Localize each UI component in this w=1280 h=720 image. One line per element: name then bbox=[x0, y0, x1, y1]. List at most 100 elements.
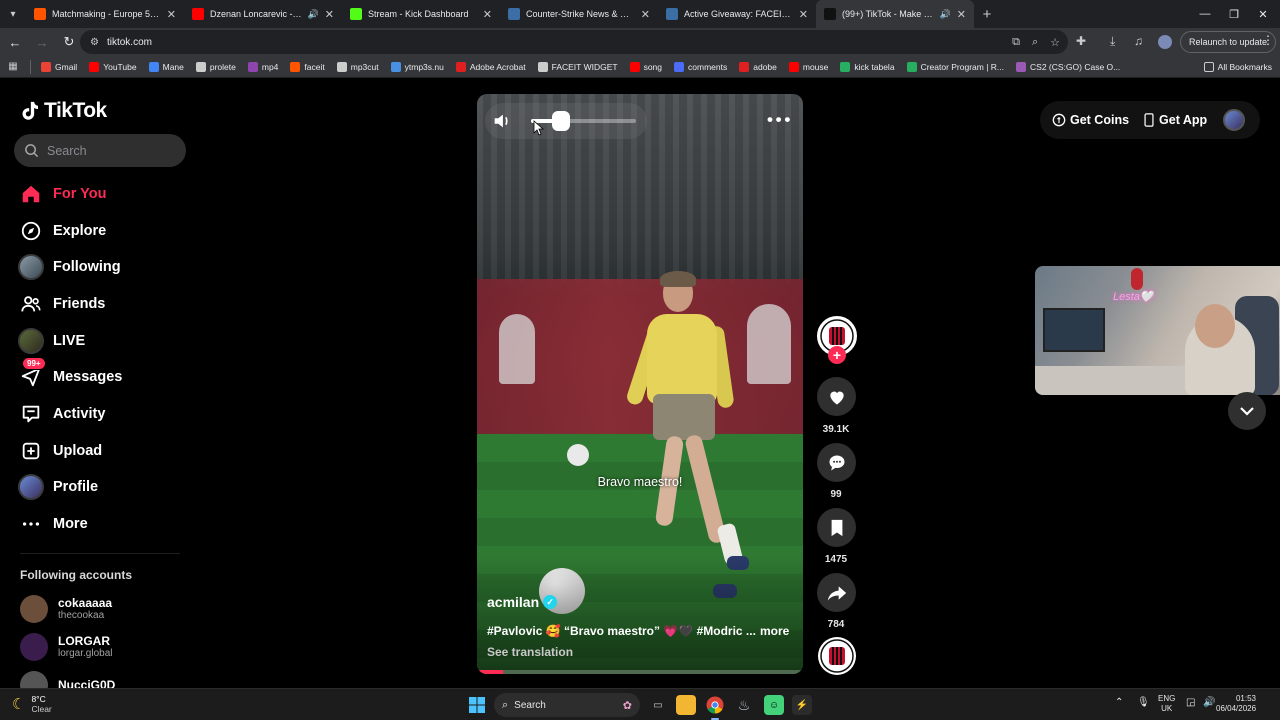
sidebar-item-live[interactable]: LIVE bbox=[18, 326, 85, 356]
minimize-button[interactable]: — bbox=[1190, 0, 1220, 28]
extensions-icon[interactable]: ✚ bbox=[1076, 34, 1086, 48]
sidebar-item-following[interactable]: Following bbox=[18, 252, 121, 282]
address-bar[interactable]: ⚙ tiktok.com ⧉ ⌕ ☆ bbox=[80, 30, 1068, 54]
sidebar-item-for-you[interactable]: For You bbox=[18, 179, 106, 209]
bookmark-item[interactable]: kick tabela bbox=[834, 56, 900, 78]
tab-close-icon[interactable]: ✕ bbox=[325, 8, 334, 21]
music-disc[interactable] bbox=[818, 637, 856, 675]
media-controls-icon[interactable]: ♫ bbox=[1134, 34, 1143, 48]
bookmark-item[interactable]: Gmail bbox=[35, 56, 83, 78]
see-translation-link[interactable]: See translation bbox=[487, 645, 573, 659]
sidebar-item-upload[interactable]: Upload bbox=[18, 436, 102, 466]
get-app-button[interactable]: Get App bbox=[1143, 113, 1207, 127]
zoom-icon[interactable]: ⌕ bbox=[1032, 36, 1038, 49]
video-player[interactable]: • • • Bravo maestro! acmilan ✓ #Pavlovic… bbox=[477, 94, 803, 674]
sidebar-item-messages[interactable]: 99+ Messages bbox=[18, 357, 122, 392]
app-icon[interactable]: ⚡ bbox=[792, 695, 812, 715]
site-info-icon[interactable]: ⚙ bbox=[90, 37, 99, 48]
search-input[interactable]: Search bbox=[14, 134, 186, 167]
back-button[interactable]: ← bbox=[3, 30, 27, 54]
weather-widget[interactable]: ☾ 8°C Clear bbox=[12, 694, 52, 714]
bookmark-item[interactable]: Creator Program | R... bbox=[901, 56, 1010, 78]
sidebar-item-activity[interactable]: Activity bbox=[18, 399, 105, 429]
following-account-item[interactable]: cokaaaaa thecookaa bbox=[20, 594, 112, 624]
windows-start-icon[interactable] bbox=[469, 697, 485, 713]
forward-button[interactable]: → bbox=[30, 30, 54, 54]
close-window-button[interactable]: ✕ bbox=[1248, 0, 1278, 28]
volume-slider-handle[interactable] bbox=[552, 111, 571, 131]
get-coins-button[interactable]: Get Coins bbox=[1052, 113, 1129, 127]
bookmark-item[interactable]: adobe bbox=[733, 56, 783, 78]
sidebar-item-profile[interactable]: Profile bbox=[18, 472, 98, 502]
steam-icon[interactable]: ♨ bbox=[734, 695, 754, 715]
reload-button[interactable]: ↻ bbox=[57, 30, 81, 54]
tab-close-icon[interactable]: ✕ bbox=[167, 8, 176, 21]
tab-search-button[interactable]: ▾ bbox=[0, 0, 26, 28]
restore-button[interactable]: ❐ bbox=[1219, 0, 1249, 28]
comment-button[interactable] bbox=[817, 443, 856, 482]
speaker-icon[interactable] bbox=[491, 110, 513, 132]
browser-tab[interactable]: Counter-Strike News & Covera ✕ bbox=[500, 0, 658, 28]
next-video-button[interactable] bbox=[1228, 392, 1266, 430]
video-author[interactable]: acmilan ✓ bbox=[487, 594, 558, 610]
bookmark-item[interactable]: Adobe Acrobat bbox=[450, 56, 532, 78]
volume-icon[interactable]: 🔊 bbox=[1203, 697, 1215, 708]
new-tab-button[interactable]: + bbox=[974, 0, 1000, 28]
video-progress-bar[interactable] bbox=[477, 670, 803, 674]
share-button[interactable] bbox=[817, 573, 856, 612]
bookmark-item[interactable]: faceit bbox=[284, 56, 330, 78]
install-app-icon[interactable]: ⧉ bbox=[1012, 36, 1020, 49]
bookmark-item[interactable]: ytmp3s.nu bbox=[385, 56, 450, 78]
bookmark-item[interactable]: Mane bbox=[143, 56, 190, 78]
browser-tab[interactable]: Matchmaking - Europe 5v5 Qu ✕ bbox=[26, 0, 184, 28]
following-account-item[interactable]: NucciG0D bbox=[20, 670, 115, 688]
bookmark-item[interactable]: FACEIT WIDGET bbox=[532, 56, 624, 78]
save-button[interactable] bbox=[817, 508, 856, 547]
bookmark-item[interactable]: comments bbox=[668, 56, 733, 78]
browser-tab[interactable]: Active Giveaway: FACEIT Premi ✕ bbox=[658, 0, 816, 28]
all-bookmarks-button[interactable]: All Bookmarks bbox=[1203, 56, 1272, 78]
discord-icon[interactable]: ☺ bbox=[764, 695, 784, 715]
description-more-link[interactable]: more bbox=[760, 624, 789, 638]
sidebar-item-explore[interactable]: Explore bbox=[18, 216, 106, 246]
tab-close-icon[interactable]: ✕ bbox=[641, 8, 650, 21]
tab-audio-icon[interactable]: 🔊 bbox=[940, 9, 951, 20]
profile-avatar-icon[interactable] bbox=[1158, 35, 1172, 49]
bookmark-item[interactable]: mouse bbox=[783, 56, 835, 78]
bookmark-star-icon[interactable]: ☆ bbox=[1050, 36, 1060, 49]
apps-grid-icon[interactable]: ▦ bbox=[0, 61, 26, 72]
user-avatar[interactable] bbox=[1223, 109, 1245, 131]
browser-tab[interactable]: (99+) TikTok - Make Your Da 🔊 ✕ bbox=[816, 0, 974, 28]
tray-overflow-icon[interactable]: ⌃ bbox=[1115, 697, 1123, 708]
bookmark-item[interactable]: prolete bbox=[190, 56, 242, 78]
sidebar-item-more[interactable]: More bbox=[18, 509, 88, 539]
microphone-icon[interactable]: 🎙 bbox=[1137, 697, 1150, 708]
tiktok-logo[interactable]: TikTok bbox=[20, 99, 107, 123]
bookmark-item[interactable]: song bbox=[624, 56, 668, 78]
tab-close-icon[interactable]: ✕ bbox=[957, 8, 966, 21]
sidebar-item-friends[interactable]: Friends bbox=[18, 289, 105, 319]
file-explorer-icon[interactable] bbox=[676, 695, 696, 715]
network-icon[interactable]: ◲ bbox=[1186, 697, 1195, 708]
tab-close-icon[interactable]: ✕ bbox=[483, 8, 492, 21]
bookmark-item[interactable]: mp4 bbox=[242, 56, 285, 78]
chrome-icon[interactable] bbox=[705, 695, 725, 720]
bookmark-item[interactable]: CS2 (CS:GO) Case O... bbox=[1010, 56, 1126, 78]
following-account-item[interactable]: LORGAR lorgar.global bbox=[20, 632, 112, 662]
tab-close-icon[interactable]: ✕ bbox=[799, 8, 808, 21]
bookmark-item[interactable]: YouTube bbox=[83, 56, 142, 78]
like-button[interactable] bbox=[817, 377, 856, 416]
taskbar-search[interactable]: ⌕ Search ✿ bbox=[494, 693, 640, 717]
tab-audio-icon[interactable]: 🔊 bbox=[308, 9, 319, 20]
video-description[interactable]: #Pavlovic 🥰 “Bravo maestro” 💗🖤 #Modric .… bbox=[487, 624, 757, 638]
language-indicator[interactable]: ENG UK bbox=[1158, 694, 1175, 714]
bookmark-item[interactable]: mp3cut bbox=[331, 56, 385, 78]
follow-plus-button[interactable]: + bbox=[828, 346, 846, 364]
browser-menu-icon[interactable]: ⋮ bbox=[1262, 33, 1274, 47]
video-more-options-icon[interactable]: • • • bbox=[767, 110, 790, 130]
downloads-icon[interactable]: ⤓ bbox=[1110, 34, 1115, 49]
task-view-icon[interactable]: ▭ bbox=[648, 695, 668, 715]
browser-tab[interactable]: Stream - Kick Dashboard ✕ bbox=[342, 0, 500, 28]
volume-slider[interactable] bbox=[531, 119, 636, 123]
system-clock[interactable]: 01:53 06/04/2026 bbox=[1216, 694, 1256, 714]
